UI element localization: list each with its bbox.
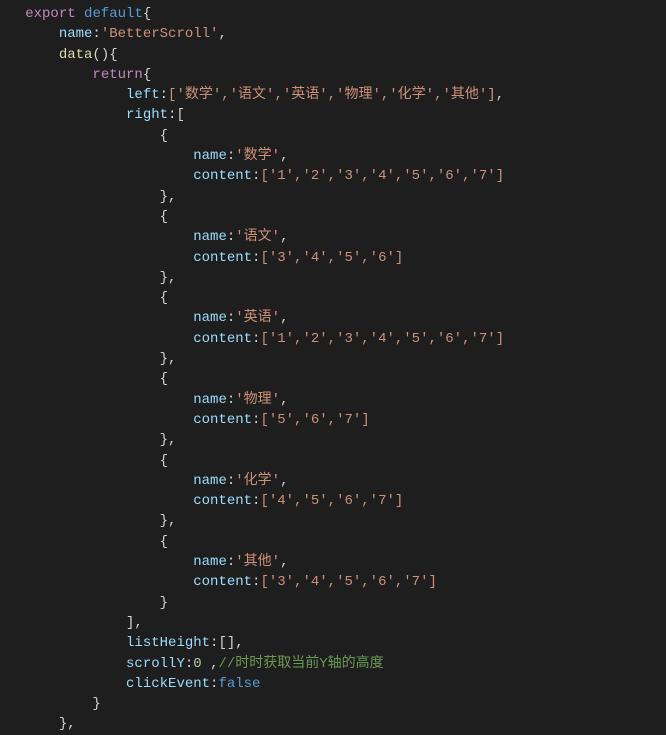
string: 'BetterScroll': [101, 26, 219, 42]
code-line: content:['3','4','5','6','7']: [0, 574, 437, 590]
code-line: right:[: [0, 107, 185, 123]
prop-listheight: listHeight: [126, 635, 210, 651]
code-line: },: [0, 513, 176, 529]
prop-content: content: [193, 574, 252, 590]
array-literal: ['3','4','5','6','7']: [260, 574, 436, 590]
code-line: left:['数学','语文','英语','物理','化学','其他'],: [0, 87, 504, 103]
prop-content: content: [193, 493, 252, 509]
code-line: name:'化学',: [0, 473, 288, 489]
code-line: content:['4','5','6','7']: [0, 493, 403, 509]
prop-name: name: [193, 473, 227, 489]
array-literal: ['3','4','5','6']: [260, 250, 403, 266]
code-line: {: [0, 534, 168, 550]
code-line: clickEvent:false: [0, 676, 260, 692]
code-line: name:'英语',: [0, 310, 288, 326]
keyword-default: default: [84, 6, 143, 22]
prop-right: right: [126, 107, 168, 123]
code-line: name:'BetterScroll',: [0, 26, 227, 42]
code-line: {: [0, 290, 168, 306]
keyword-export: export: [25, 6, 75, 22]
array-literal: ['数学','语文','英语','物理','化学','其他']: [168, 87, 496, 103]
prop-name: name: [193, 392, 227, 408]
prop-content: content: [193, 412, 252, 428]
code-line: content:['3','4','5','6']: [0, 250, 403, 266]
code-line: scrollY:0 ,//时时获取当前Y轴的高度: [0, 656, 384, 672]
prop-clickevent: clickEvent: [126, 676, 210, 692]
string: '数学': [235, 148, 280, 164]
prop-scrolly: scrollY: [126, 656, 185, 672]
prop-content: content: [193, 331, 252, 347]
prop-content: content: [193, 168, 252, 184]
code-line: name:'物理',: [0, 392, 288, 408]
keyword-false: false: [218, 676, 260, 692]
code-line: },: [0, 189, 176, 205]
code-line: {: [0, 209, 168, 225]
string: '其他': [235, 554, 280, 570]
code-line: listHeight:[],: [0, 635, 244, 651]
code-line: {: [0, 128, 168, 144]
prop-name: name: [193, 148, 227, 164]
array-literal: ['4','5','6','7']: [260, 493, 403, 509]
code-line: },: [0, 351, 176, 367]
prop-content: content: [193, 250, 252, 266]
code-line: data(){: [0, 47, 118, 63]
code-line: },: [0, 716, 76, 732]
prop-name: name: [193, 554, 227, 570]
comment: //时时获取当前Y轴的高度: [218, 656, 383, 672]
array-literal: ['1','2','3','4','5','6','7']: [260, 168, 504, 184]
code-line: ],: [0, 615, 143, 631]
code-line: },: [0, 270, 176, 286]
code-line: {: [0, 371, 168, 387]
code-line: return{: [0, 67, 151, 83]
prop-left: left: [126, 87, 160, 103]
code-line: },: [0, 432, 176, 448]
code-editor[interactable]: export default{ name:'BetterScroll', dat…: [0, 0, 666, 735]
prop-name: name: [59, 26, 93, 42]
array-literal: ['5','6','7']: [260, 412, 369, 428]
string: '英语': [235, 310, 280, 326]
array-literal: ['1','2','3','4','5','6','7']: [260, 331, 504, 347]
code-line: content:['1','2','3','4','5','6','7']: [0, 331, 504, 347]
code-line: export default{: [0, 6, 151, 22]
code-line: name:'数学',: [0, 148, 288, 164]
number: 0: [193, 656, 201, 672]
string: '语文': [235, 229, 280, 245]
string: '化学': [235, 473, 280, 489]
code-line: {: [0, 453, 168, 469]
prop-name: name: [193, 229, 227, 245]
code-line: name:'语文',: [0, 229, 288, 245]
code-line: }: [0, 696, 101, 712]
keyword-return: return: [92, 67, 142, 83]
string: '物理': [235, 392, 280, 408]
prop-name: name: [193, 310, 227, 326]
array-literal: []: [218, 635, 235, 651]
code-line: content:['1','2','3','4','5','6','7']: [0, 168, 504, 184]
code-line: name:'其他',: [0, 554, 288, 570]
fn-data: data: [59, 47, 93, 63]
code-line: content:['5','6','7']: [0, 412, 370, 428]
code-line: }: [0, 595, 168, 611]
